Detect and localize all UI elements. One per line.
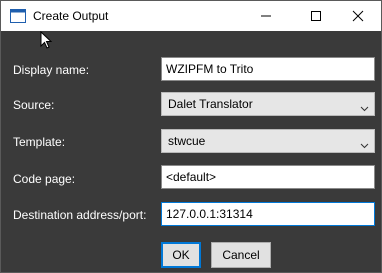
minimize-icon[interactable] [243,1,289,31]
template-select[interactable]: stwcue [161,129,375,153]
display-name-label: Display name: [13,63,90,77]
destination-value: 127.0.0.1:31314 [166,207,253,221]
mouse-pointer-icon [40,30,54,51]
display-name-value: WZIPFM to Trito [166,62,254,76]
code-page-input[interactable]: <default> [161,165,375,189]
chevron-down-icon [360,101,369,112]
title-bar[interactable]: Create Output [1,1,381,31]
maximize-icon[interactable] [293,1,339,31]
app-icon [10,9,26,23]
template-value: stwcue [168,134,206,148]
source-value: Dalet Translator [168,97,253,111]
destination-input[interactable]: 127.0.0.1:31314 [161,202,375,226]
display-name-input[interactable]: WZIPFM to Trito [161,57,375,81]
source-select[interactable]: Dalet Translator [161,92,375,116]
cancel-button[interactable]: Cancel [211,242,271,268]
code-page-value: <default> [166,170,217,184]
chevron-down-icon [360,138,369,149]
source-label: Source: [13,98,55,112]
close-icon[interactable] [335,1,381,31]
create-output-dialog: Create Output Display name: WZIPFM to Tr… [0,0,382,273]
ok-button[interactable]: OK [161,242,201,268]
code-page-label: Code page: [13,172,76,186]
template-label: Template: [13,135,66,149]
window-title: Create Output [33,9,109,23]
destination-label: Destination address/port: [13,208,147,222]
